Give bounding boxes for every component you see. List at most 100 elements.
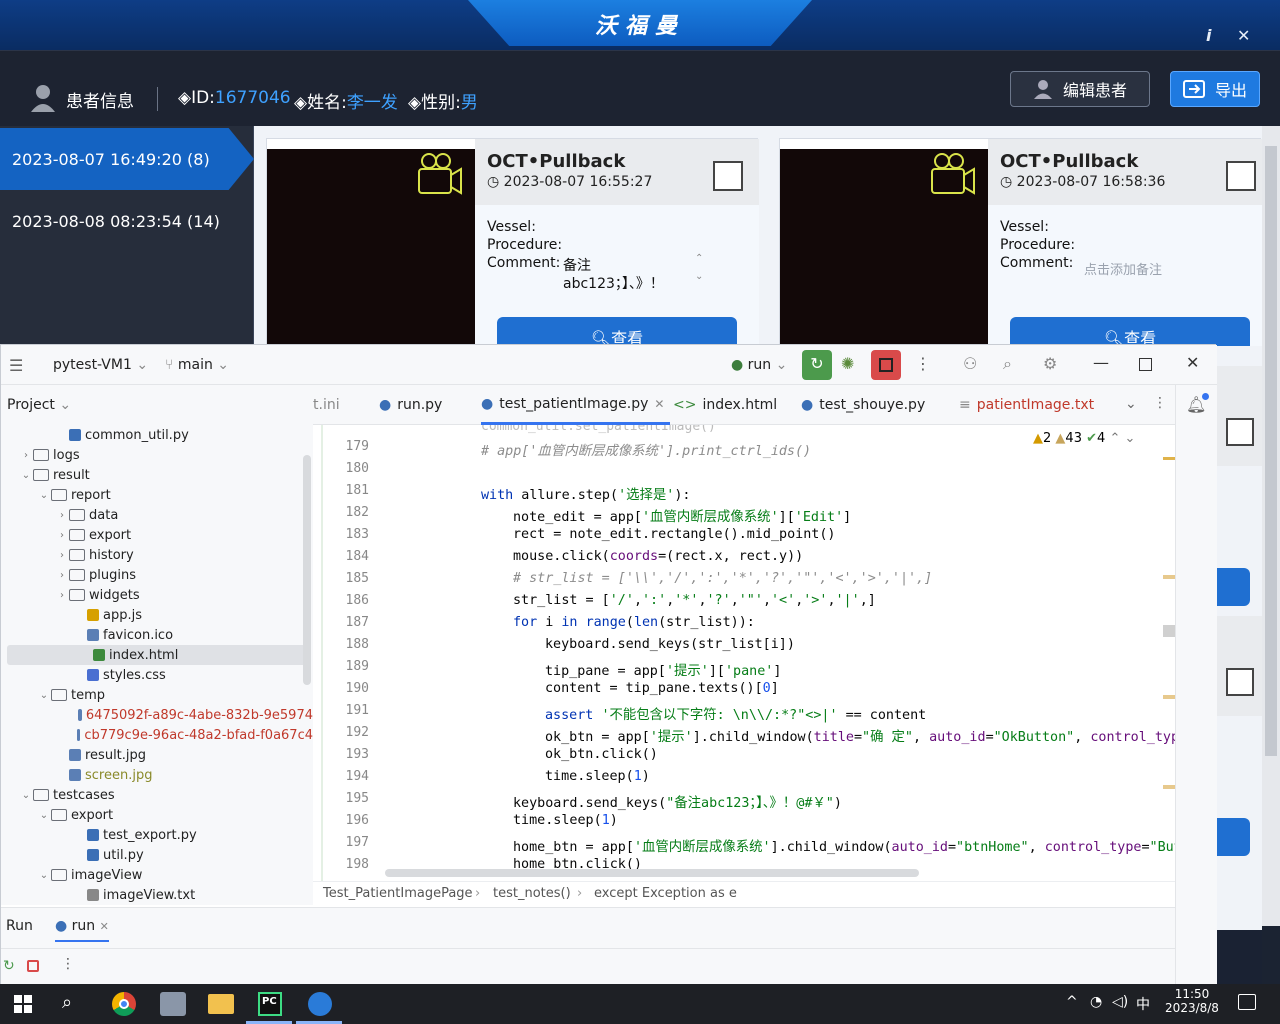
comment-placeholder[interactable]: 点击添加备注 <box>1084 259 1162 278</box>
main-menu-icon[interactable]: ☰ <box>9 356 23 375</box>
horizontal-scrollbar[interactable] <box>385 869 919 877</box>
run-config-selector[interactable]: ● run ⌄ <box>731 357 787 373</box>
code-line[interactable]: mouse.click(coords=(rect.x, rect.y)) <box>513 549 803 564</box>
chevron-icon[interactable]: › <box>55 590 69 601</box>
run-tool-label[interactable]: Run <box>6 918 33 934</box>
tree-file[interactable]: screen.jpg <box>1 765 313 785</box>
oct-thumbnail[interactable] <box>267 149 475 349</box>
chevron-icon[interactable]: ⌄ <box>37 490 51 501</box>
editor-error-stripe[interactable] <box>1163 455 1175 875</box>
code-line[interactable]: assert '不能包含以下字符: \n\\/:*?"<>|' == conte… <box>545 703 926 723</box>
code-line[interactable]: content = tip_pane.texts()[0] <box>545 681 779 696</box>
tree-folder[interactable]: › plugins <box>1 565 313 585</box>
code-line[interactable]: time.sleep(1) <box>545 769 650 784</box>
chevron-icon[interactable]: ⌄ <box>37 690 51 701</box>
code-line[interactable]: # str_list = ['\\','/',':','*','?','"','… <box>513 571 932 586</box>
windows-start-icon[interactable] <box>14 995 32 1013</box>
tree-file[interactable]: styles.css <box>1 665 313 685</box>
code-line[interactable]: ok_btn = app['提示'].child_window(title="确… <box>545 725 1175 745</box>
tree-folder[interactable]: › widgets <box>1 585 313 605</box>
chevron-icon[interactable]: › <box>55 530 69 541</box>
code-line[interactable]: rect = note_edit.rectangle().mid_point() <box>513 527 835 542</box>
chevron-icon[interactable]: ⌄ <box>37 810 51 821</box>
tree-folder[interactable]: › export <box>1 525 313 545</box>
breadcrumb-method[interactable]: test_notes() <box>493 886 571 901</box>
inspection-widget[interactable]: ▲2 ▲43 ✔4 ⌃ ⌄ <box>1033 431 1135 446</box>
debug-icon[interactable]: ✺ <box>841 354 854 373</box>
comment-text-line1[interactable]: 备注 <box>563 255 591 275</box>
search-icon[interactable]: ⌕ <box>1003 354 1012 374</box>
tree-folder[interactable]: ⌄ export <box>1 805 313 825</box>
tree-folder[interactable]: › data <box>1 505 313 525</box>
settings-icon[interactable]: ⚙ <box>1043 354 1057 373</box>
action-center-icon[interactable] <box>1238 994 1256 1010</box>
tree-folder[interactable]: › history <box>1 545 313 565</box>
volume-icon[interactable]: ◁) <box>1112 994 1128 1010</box>
card-checkbox[interactable] <box>1226 668 1254 696</box>
card-checkbox[interactable] <box>1226 418 1254 446</box>
tray-expand-icon[interactable]: ^ <box>1066 994 1078 1010</box>
oct-thumbnail[interactable] <box>780 149 988 349</box>
card-checkbox[interactable] <box>713 161 743 191</box>
tree-folder[interactable]: ⌄ report <box>1 485 313 505</box>
edit-patient-button[interactable]: 编辑患者 <box>1010 71 1150 107</box>
scroll-up-icon[interactable]: ⌃ <box>695 253 703 264</box>
tree-folder[interactable]: ⌄ imageView <box>1 865 313 885</box>
rerun-icon[interactable]: ↻ <box>802 350 832 380</box>
tree-file[interactable]: common_util.py <box>1 425 313 445</box>
stop-button[interactable] <box>871 350 901 380</box>
tree-file[interactable]: util.py <box>1 845 313 865</box>
code-line[interactable]: home_btn = app['血管内断层成像系统'].child_window… <box>513 835 1175 855</box>
code-line[interactable]: # app['血管内断层成像系统'].print_ctrl_ids() <box>481 439 811 459</box>
tree-folder[interactable]: › logs <box>1 445 313 465</box>
more-icon[interactable]: ⋮ <box>61 956 75 972</box>
tree-file[interactable]: cb779c9e-96ac-48a2-bfad-f0a67c4 <box>1 725 313 745</box>
card-checkbox[interactable] <box>1226 161 1256 191</box>
ime-indicator[interactable]: 中 <box>1136 994 1150 1014</box>
tree-scrollbar[interactable] <box>303 455 311 685</box>
tree-file[interactable]: favicon.ico <box>1 625 313 645</box>
tree-file[interactable]: imageView.txt <box>1 885 313 905</box>
code-line[interactable]: with allure.step('选择是'): <box>481 483 690 503</box>
breadcrumb-class[interactable]: Test_PatientImagePage <box>323 886 473 901</box>
code-line[interactable]: str_list = ['/',':','*','?','"','<','>',… <box>513 593 876 608</box>
tabs-more-icon[interactable]: ⋮ <box>1153 395 1167 411</box>
breadcrumb-block[interactable]: except Exception as e <box>594 886 737 901</box>
chevron-icon[interactable]: › <box>55 570 69 581</box>
project-panel-header[interactable]: Project ⌄ <box>1 385 313 425</box>
maximize-icon[interactable] <box>1139 358 1152 371</box>
chevron-icon[interactable]: › <box>19 450 33 461</box>
branch-switcher[interactable]: ⑂ main ⌄ <box>165 357 229 373</box>
run-config-tab[interactable]: ● run ✕ <box>55 918 109 942</box>
chevron-icon[interactable]: ⌄ <box>37 870 51 881</box>
medical-app-icon[interactable] <box>308 992 332 1016</box>
code-line[interactable]: keyboard.send_keys("备注abc123；】、》！@#￥") <box>513 791 842 811</box>
tree-folder[interactable]: ⌄ testcases <box>1 785 313 805</box>
pycharm-icon[interactable]: PC <box>258 992 282 1016</box>
stop-icon[interactable] <box>27 960 39 972</box>
export-button[interactable]: 导出 <box>1170 71 1260 107</box>
close-icon[interactable]: ✕ <box>1237 26 1250 45</box>
chevron-icon[interactable]: › <box>55 510 69 521</box>
more-icon[interactable]: ⋮ <box>915 354 931 373</box>
app-icon[interactable] <box>160 992 186 1016</box>
tree-file[interactable]: index.html <box>7 645 307 665</box>
chevron-icon[interactable]: ⌄ <box>19 470 33 481</box>
tab-index-html[interactable]: <> index.html <box>673 385 777 425</box>
code-line[interactable]: tip_pane = app['提示']['pane'] <box>545 659 781 679</box>
code-line[interactable]: time.sleep(1) <box>513 813 618 828</box>
tab-pytest-ini[interactable]: t.ini <box>313 385 340 425</box>
chevron-icon[interactable]: › <box>55 550 69 561</box>
network-icon[interactable]: ◔ <box>1090 994 1102 1010</box>
tree-file[interactable]: 6475092f-a89c-4abe-832b-9e5974 <box>1 705 313 725</box>
search-icon[interactable]: ⌕ <box>62 992 72 1013</box>
close-window-icon[interactable]: ✕ <box>1186 353 1199 372</box>
date-item[interactable]: 2023-08-08 08:23:54 (14) <box>0 190 254 252</box>
tree-folder[interactable]: ⌄ temp <box>1 685 313 705</box>
code-line[interactable]: note_edit = app['血管内断层成像系统']['Edit'] <box>513 505 851 525</box>
add-user-icon[interactable]: ⚇ <box>963 354 977 373</box>
code-line[interactable]: keyboard.send_keys(str_list[i]) <box>545 637 795 652</box>
tree-file[interactable]: test_export.py <box>1 825 313 845</box>
tab-run-py[interactable]: ● run.py <box>379 385 442 425</box>
scroll-down-icon[interactable]: ⌄ <box>695 271 703 282</box>
